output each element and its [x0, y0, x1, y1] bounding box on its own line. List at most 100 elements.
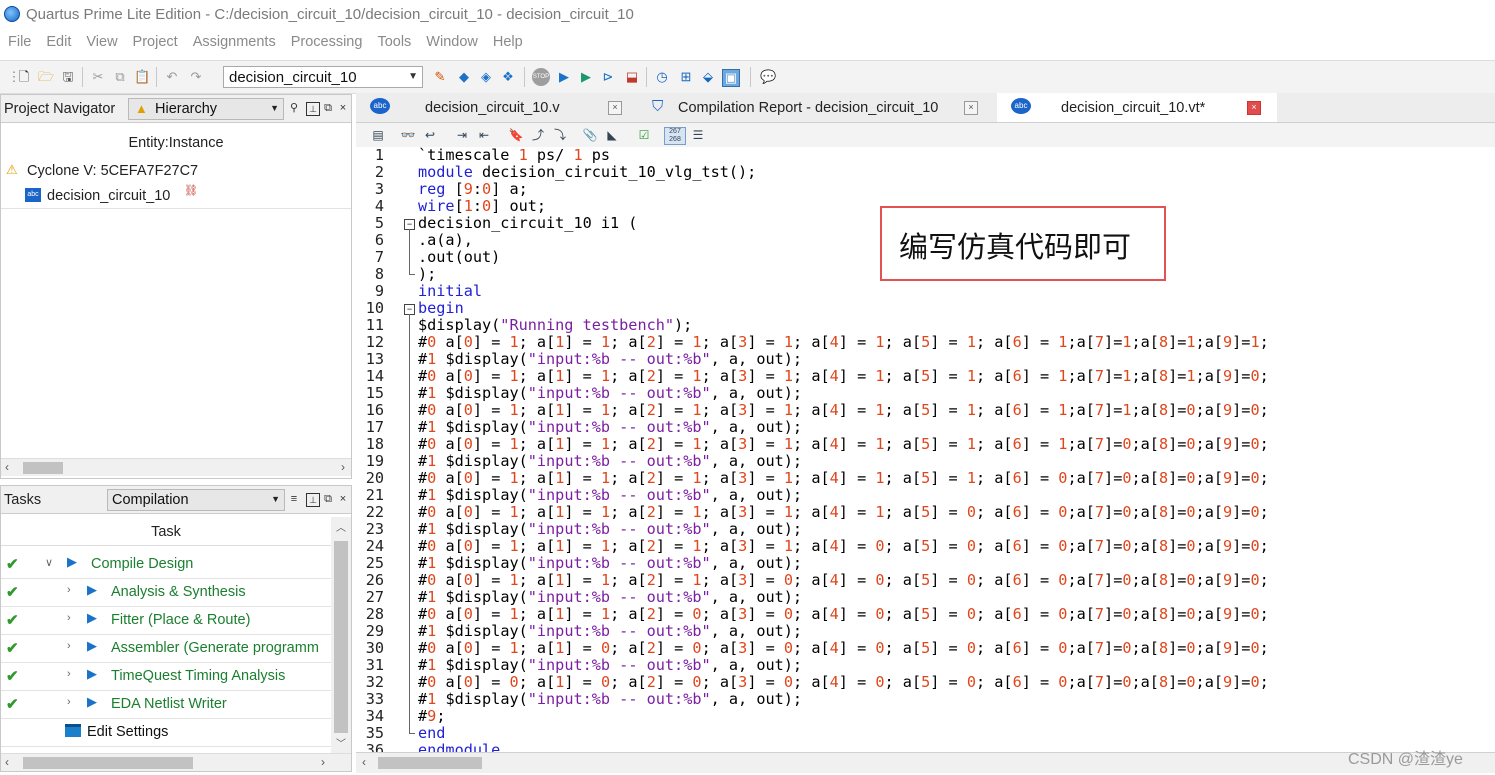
code-line[interactable]: #0 a[0] = 1; a[1] = 0; a[2] = 0; a[3] = …	[418, 640, 1269, 657]
float-icon[interactable]: ⧉	[322, 102, 334, 114]
code-line[interactable]: );	[418, 266, 436, 283]
menu-tools[interactable]: Tools	[369, 30, 418, 50]
menu-window[interactable]: Window	[418, 30, 485, 50]
menu-assignments[interactable]: Assignments	[185, 30, 283, 50]
code-line[interactable]: #1 $display("input:%b -- out:%b", a, out…	[418, 385, 802, 402]
save-icon[interactable]: 🖫	[60, 69, 76, 85]
scroll-right-icon[interactable]: ›	[341, 460, 345, 474]
redo-icon[interactable]: ↷	[188, 69, 204, 85]
chevron-right-icon[interactable]: ›	[67, 584, 71, 596]
code-line[interactable]: module decision_circuit_10_vlg_tst();	[418, 164, 756, 181]
start-compilation-icon[interactable]: ▶	[556, 69, 572, 85]
close-icon[interactable]: ×	[337, 102, 349, 114]
tab-compilation-report[interactable]: ⛉ Compilation Report - decision_circuit_…	[640, 93, 996, 122]
menu-file[interactable]: File	[0, 30, 38, 50]
chip-planner-icon[interactable]: ⬙	[700, 69, 716, 85]
code-line[interactable]: `timescale 1 ps/ 1 ps	[418, 147, 610, 164]
scroll-up-icon[interactable]: ︿	[336, 519, 346, 534]
previous-bookmark-icon[interactable]: ⤵	[552, 127, 568, 143]
code-line[interactable]: #1 $display("input:%b -- out:%b", a, out…	[418, 657, 802, 674]
menu-view[interactable]: View	[78, 30, 124, 50]
menu-lines-icon[interactable]: ≡	[288, 493, 300, 505]
copy-icon[interactable]: ⧉	[112, 69, 128, 85]
editor-toolbar-icon[interactable]: ▤	[370, 127, 386, 143]
programmer-icon[interactable]: ▣	[722, 69, 740, 87]
code-line[interactable]: #0 a[0] = 1; a[1] = 1; a[2] = 1; a[3] = …	[418, 334, 1269, 351]
analysis-synthesis-icon[interactable]: ▶	[578, 69, 594, 85]
code-line[interactable]: initial	[418, 283, 482, 300]
scroll-right-icon[interactable]: ›	[321, 755, 325, 769]
open-folder-icon[interactable]: 🗁	[38, 69, 54, 85]
chevron-right-icon[interactable]: ›	[67, 696, 71, 708]
code-line[interactable]: #1 $display("input:%b -- out:%b", a, out…	[418, 351, 802, 368]
word-wrap-icon[interactable]: ☰	[690, 127, 706, 143]
scroll-down-icon[interactable]: ﹀	[336, 735, 346, 750]
menu-project[interactable]: Project	[125, 30, 185, 50]
attach-icon[interactable]: 📎	[582, 127, 598, 143]
play-icon[interactable]: ▶	[87, 610, 97, 626]
next-bookmark-icon[interactable]: ⤴	[530, 127, 546, 143]
code-line[interactable]: #9;	[418, 708, 445, 725]
task-fitter[interactable]: ✔ › ▶ Fitter (Place & Route)	[1, 606, 331, 635]
code-line[interactable]: reg [9:0] a;	[418, 181, 528, 198]
code-line[interactable]: endmodule	[418, 742, 500, 753]
scroll-left-icon[interactable]: ‹	[5, 755, 9, 769]
bookmark-icon[interactable]: 🔖	[508, 127, 524, 143]
scrollbar-thumb[interactable]	[23, 757, 193, 769]
close-icon[interactable]: ×	[1247, 101, 1261, 115]
tab-verilog-file[interactable]: abc decision_circuit_10.v ×	[356, 93, 632, 122]
fitter-icon[interactable]: ⊳	[600, 69, 616, 85]
task-eda-netlist-writer[interactable]: ✔ › ▶ EDA Netlist Writer	[1, 690, 331, 719]
task-analysis-synthesis[interactable]: ✔ › ▶ Analysis & Synthesis	[1, 578, 331, 607]
timequest-icon[interactable]: ◷	[654, 69, 670, 85]
code-line[interactable]: wire[1:0] out;	[418, 198, 546, 215]
code-line[interactable]: decision_circuit_10 i1 (	[418, 215, 637, 232]
close-icon[interactable]: ×	[608, 101, 622, 115]
task-edit-settings[interactable]: Edit Settings	[1, 718, 331, 747]
play-icon[interactable]: ▶	[87, 638, 97, 654]
menu-edit[interactable]: Edit	[38, 30, 78, 50]
code-line[interactable]: #0 a[0] = 1; a[1] = 1; a[2] = 1; a[3] = …	[418, 470, 1269, 487]
code-line[interactable]: #0 a[0] = 0; a[1] = 0; a[2] = 0; a[3] = …	[418, 674, 1269, 691]
device-row[interactable]: ⚠ Cyclone V: 5CEFA7F27C7	[1, 159, 351, 183]
float-icon[interactable]: ⧉	[322, 493, 334, 505]
code-line[interactable]: $display("Running testbench");	[418, 317, 692, 334]
cut-icon[interactable]: ✂	[90, 69, 106, 85]
code-line[interactable]: #1 $display("input:%b -- out:%b", a, out…	[418, 453, 802, 470]
timing-analyzer-icon[interactable]: ◈	[478, 69, 494, 85]
code-line[interactable]: #1 $display("input:%b -- out:%b", a, out…	[418, 623, 802, 640]
code-line[interactable]: #1 $display("input:%b -- out:%b", a, out…	[418, 691, 802, 708]
assignment-editor-icon[interactable]: ✎	[432, 69, 448, 85]
netlist-viewer-icon[interactable]: ⊞	[678, 69, 694, 85]
navigator-mode-select[interactable]: ▲ Hierarchy ▼	[128, 98, 284, 120]
design-partition-icon[interactable]: ❖	[500, 69, 516, 85]
top-entity-row[interactable]: abc decision_circuit_10 ⛓	[1, 184, 351, 209]
pin-icon[interactable]: ⊥	[306, 102, 320, 116]
chevron-right-icon[interactable]: ›	[67, 640, 71, 652]
find-icon[interactable]: 👓	[400, 127, 416, 143]
scrollbar-thumb[interactable]	[23, 462, 63, 474]
code-line[interactable]: #1 $display("input:%b -- out:%b", a, out…	[418, 555, 802, 572]
scroll-left-icon[interactable]: ‹	[362, 755, 366, 769]
play-icon[interactable]: ▶	[67, 554, 77, 570]
code-line[interactable]: #0 a[0] = 1; a[1] = 1; a[2] = 0; a[3] = …	[418, 606, 1269, 623]
task-timequest[interactable]: ✔ › ▶ TimeQuest Timing Analysis	[1, 662, 331, 691]
code-line[interactable]: #1 $display("input:%b -- out:%b", a, out…	[418, 589, 802, 606]
navigator-horizontal-scrollbar[interactable]: ‹ ›	[1, 458, 351, 476]
undo-icon[interactable]: ↶	[164, 69, 180, 85]
pin-planner-icon[interactable]: ◆	[456, 69, 472, 85]
tab-testbench-file[interactable]: abc decision_circuit_10.vt* ×	[997, 93, 1277, 122]
code-line[interactable]: #0 a[0] = 1; a[1] = 1; a[2] = 1; a[3] = …	[418, 572, 1269, 589]
code-line[interactable]: #1 $display("input:%b -- out:%b", a, out…	[418, 419, 802, 436]
code-line[interactable]: #1 $display("input:%b -- out:%b", a, out…	[418, 521, 802, 538]
close-icon[interactable]: ×	[964, 101, 978, 115]
scroll-left-icon[interactable]: ‹	[5, 460, 9, 474]
paste-icon[interactable]: 📋	[134, 69, 150, 85]
code-line[interactable]: #0 a[0] = 1; a[1] = 1; a[2] = 1; a[3] = …	[418, 402, 1269, 419]
task-assembler[interactable]: ✔ › ▶ Assembler (Generate programm	[1, 634, 331, 663]
tasks-vertical-scrollbar[interactable]: ︿ ﹀	[331, 517, 351, 753]
code-line[interactable]: #1 $display("input:%b -- out:%b", a, out…	[418, 487, 802, 504]
pin-icon[interactable]: ⊥	[306, 493, 320, 507]
code-line[interactable]: #0 a[0] = 1; a[1] = 1; a[2] = 1; a[3] = …	[418, 504, 1269, 521]
stop-icon[interactable]: STOP	[532, 68, 550, 86]
